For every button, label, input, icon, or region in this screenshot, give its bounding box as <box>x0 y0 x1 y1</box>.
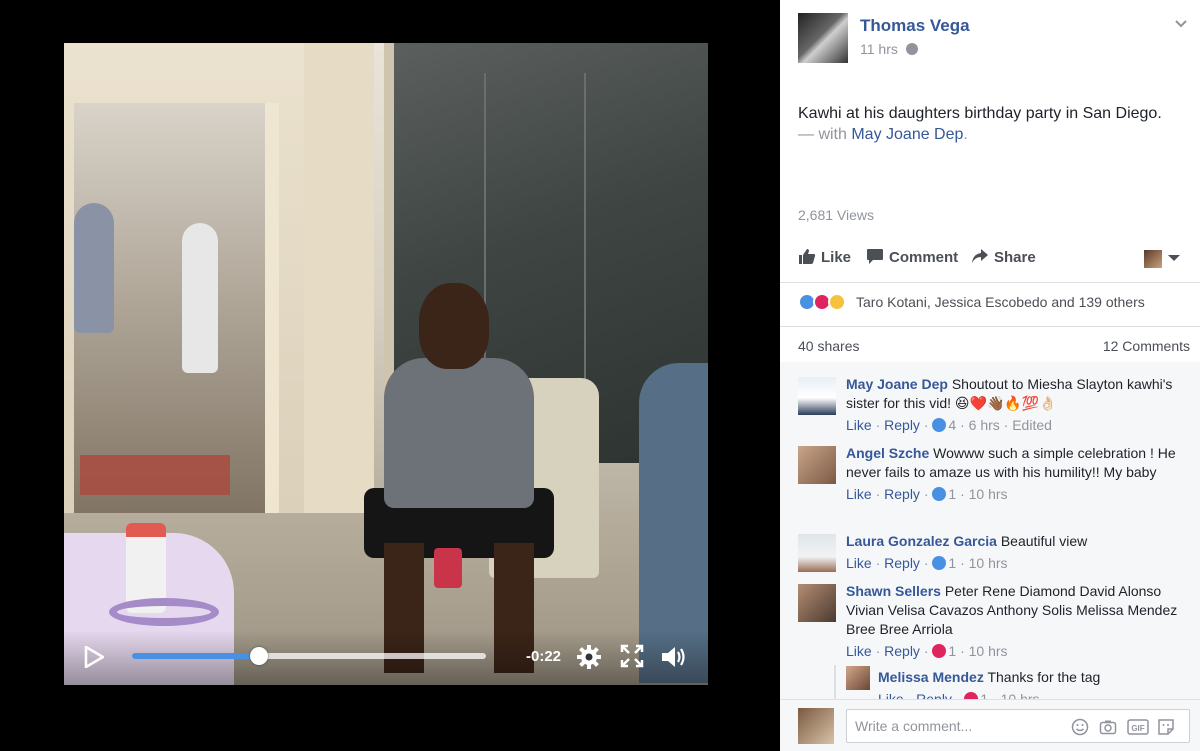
wow-reaction-icon <box>828 293 846 311</box>
commenter-name[interactable]: May Joane Dep <box>846 376 948 392</box>
commenter-avatar[interactable] <box>798 446 836 484</box>
camera-icon[interactable] <box>1099 718 1117 736</box>
share-count[interactable]: 40 shares <box>798 338 859 354</box>
share-button[interactable]: Share <box>971 247 1036 271</box>
reaction-names[interactable]: Taro Kotani, Jessica Escobedo and 139 ot… <box>856 294 1145 310</box>
action-bar: Like Comment Share <box>798 247 1190 271</box>
video-progress-bar[interactable] <box>132 647 486 665</box>
comment-button[interactable]: Comment <box>866 247 958 271</box>
commenter-name[interactable]: Laura Gonzalez Garcia <box>846 533 997 549</box>
stats-row: 40 shares 12 Comments <box>798 338 1190 354</box>
post-body: Kawhi at his daughters birthday party in… <box>798 105 1162 122</box>
reply-like-link[interactable]: Like <box>878 691 904 699</box>
comment-reaction-count: 1 <box>948 643 957 659</box>
reply-thread-line <box>834 665 836 699</box>
author-name[interactable]: Thomas Vega <box>860 16 970 36</box>
comment-text: Beautiful view <box>1000 533 1088 549</box>
comment-reply-link[interactable]: Reply <box>884 643 920 659</box>
my-avatar <box>798 708 834 744</box>
reply-meta: Like · Reply · 1 · 10 hrs <box>878 690 1200 699</box>
share-icon <box>972 249 988 263</box>
comment-time[interactable]: 10 hrs <box>969 555 1008 571</box>
commenter-avatar[interactable] <box>798 534 836 572</box>
like-button[interactable]: Like <box>798 247 851 271</box>
comment-reply-link[interactable]: Reply <box>884 486 920 502</box>
comments-list: May Joane Dep Shoutout to Miesha Slayton… <box>780 362 1200 699</box>
commenter-avatar[interactable] <box>798 377 836 415</box>
comment-reaction-count: 1 <box>948 555 957 571</box>
post-time[interactable]: 11 hrs <box>860 41 898 57</box>
commenter-name[interactable]: Shawn Sellers <box>846 583 941 599</box>
comment-like-link[interactable]: Like <box>846 555 872 571</box>
tagged-person[interactable]: May Joane Dep <box>851 126 963 143</box>
comment-time[interactable]: 6 hrs <box>969 417 1000 433</box>
reply-time[interactable]: 10 hrs <box>1001 691 1040 699</box>
tagged-suffix: . <box>963 126 968 143</box>
commenter-avatar[interactable] <box>798 584 836 622</box>
comment-icon <box>867 249 883 264</box>
fullscreen-icon[interactable] <box>620 644 644 668</box>
comment-meta: Like · Reply · 1 · 10 hrs <box>846 555 1008 571</box>
video-stage: -0:22 <box>0 0 780 751</box>
comment-time[interactable]: 10 hrs <box>969 486 1008 502</box>
comment-like-link[interactable]: Like <box>846 643 872 659</box>
progress-fill <box>132 653 260 659</box>
chevron-down-icon[interactable] <box>1174 17 1188 31</box>
divider <box>780 326 1200 327</box>
comment-edited: Edited <box>1012 417 1052 433</box>
volume-icon[interactable] <box>660 644 688 670</box>
love-reaction-icon <box>932 644 947 658</box>
video-controls: -0:22 <box>64 630 708 685</box>
reply-reaction-count: 1 <box>980 691 989 699</box>
replier-name[interactable]: Melissa Mendez <box>878 669 984 685</box>
sticker-icon[interactable] <box>1157 718 1175 736</box>
comment-input-placeholder: Write a comment... <box>855 718 973 734</box>
comment-meta: Like · Reply · 1 · 10 hrs <box>846 643 1008 659</box>
comment-like-link[interactable]: Like <box>846 417 872 433</box>
like-reaction-icon <box>932 487 947 501</box>
comment-time[interactable]: 10 hrs <box>969 643 1008 659</box>
love-reaction-icon <box>964 692 979 699</box>
comment-like-link[interactable]: Like <box>846 486 872 502</box>
progress-scrubber[interactable] <box>250 647 269 665</box>
gif-icon[interactable]: GIF <box>1127 718 1149 736</box>
svg-text:GIF: GIF <box>1131 724 1144 733</box>
comment-meta: Like · Reply · 1 · 10 hrs <box>846 486 1008 502</box>
comment-meta: Like · Reply · 4 · 6 hrs · Edited <box>846 417 1052 433</box>
post-header: Thomas Vega 11 hrs <box>798 13 1188 63</box>
comment-reply-link[interactable]: Reply <box>884 417 920 433</box>
reply-text: Thanks for the tag <box>987 669 1101 685</box>
comment-reply-link[interactable]: Reply <box>884 555 920 571</box>
with-prefix: — with <box>798 126 852 143</box>
gear-icon[interactable] <box>576 644 602 670</box>
comment-count[interactable]: 12 Comments <box>1103 338 1190 354</box>
video-frame[interactable] <box>64 43 708 685</box>
caret-down-icon[interactable] <box>1168 255 1180 261</box>
reply-reply-link[interactable]: Reply <box>916 691 952 699</box>
comment-composer: Write a comment... GIF <box>780 699 1200 751</box>
divider <box>780 282 1200 283</box>
reaction-summary[interactable]: Taro Kotani, Jessica Escobedo and 139 ot… <box>798 290 1190 314</box>
play-icon[interactable] <box>84 646 104 668</box>
replier-avatar[interactable] <box>846 666 870 690</box>
like-reaction-icon <box>932 556 947 570</box>
comment-reaction-count: 1 <box>948 486 957 502</box>
view-count: 2,681 Views <box>798 207 875 223</box>
post-as-avatar[interactable] <box>1144 250 1162 268</box>
post-panel: Thomas Vega 11 hrs Kawhi at his daughter… <box>780 0 1200 751</box>
post-meta: 11 hrs <box>860 41 918 57</box>
comment-input[interactable]: Write a comment... GIF <box>846 709 1190 743</box>
time-remaining: -0:22 <box>526 648 562 665</box>
commenter-name[interactable]: Angel Szche <box>846 445 929 461</box>
post-text: Kawhi at his daughters birthday party in… <box>798 103 1188 145</box>
author-avatar[interactable] <box>798 13 848 63</box>
emoji-icon[interactable] <box>1071 718 1089 736</box>
globe-icon <box>905 43 918 55</box>
like-reaction-icon <box>932 418 947 432</box>
thumbs-up-icon <box>799 249 816 264</box>
comment-reaction-count: 4 <box>948 417 957 433</box>
